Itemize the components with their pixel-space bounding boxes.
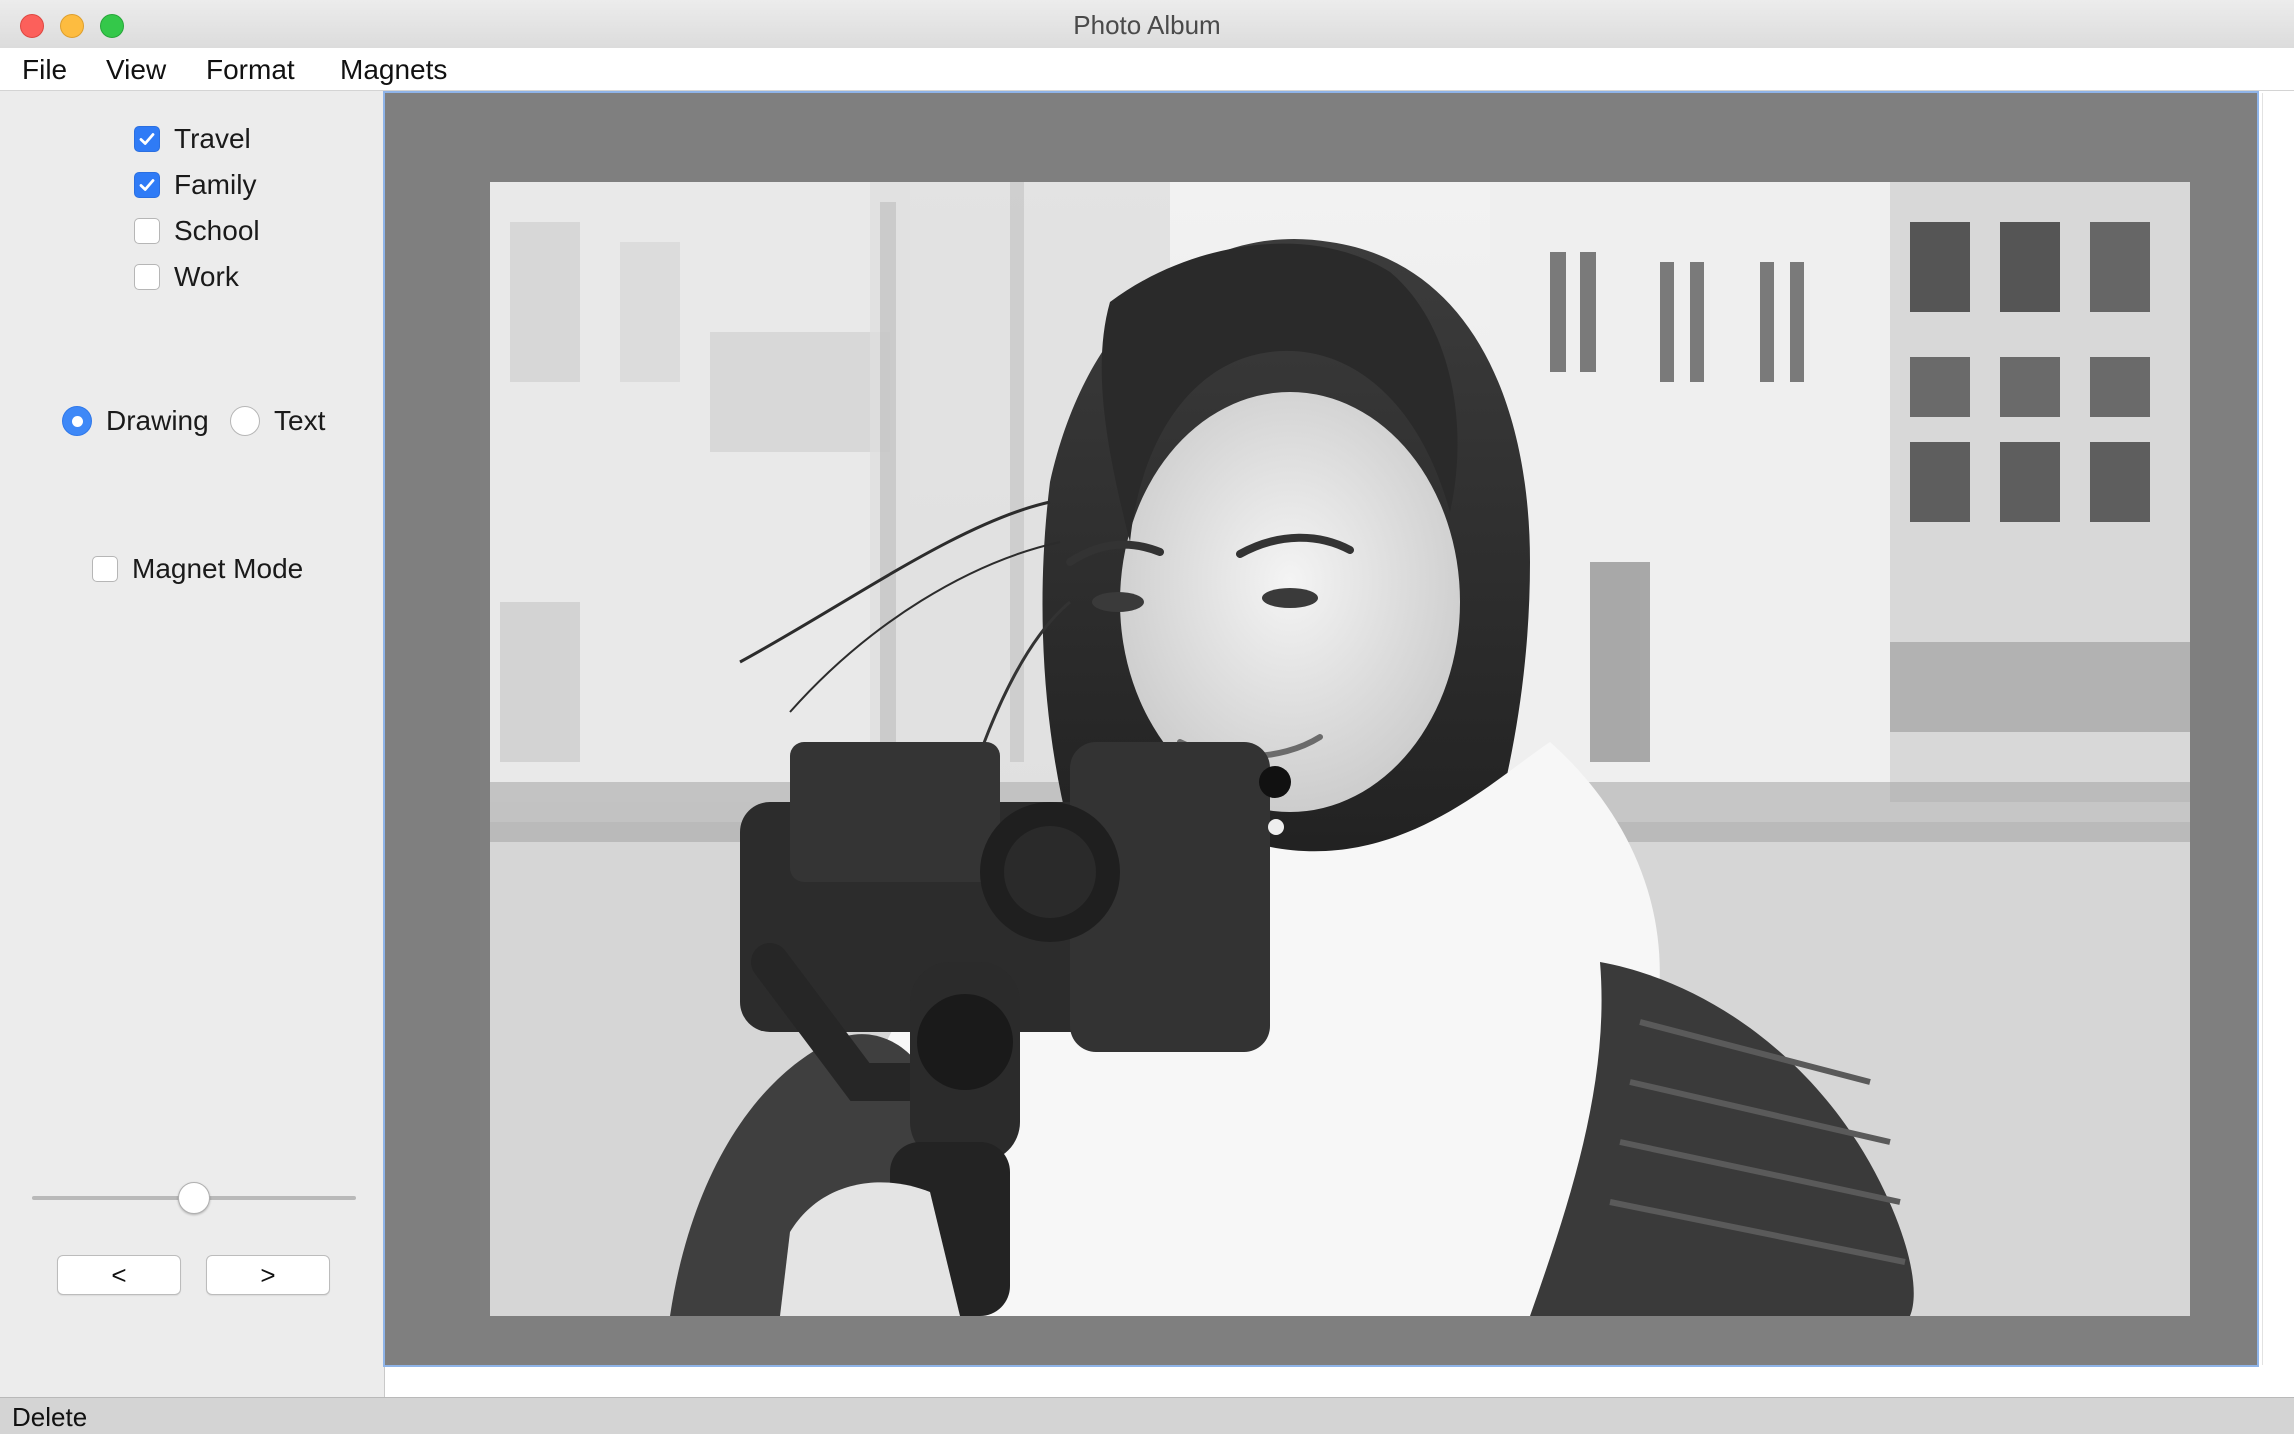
menu-format[interactable]: Format: [206, 54, 295, 86]
menu-view[interactable]: View: [106, 54, 166, 86]
next-photo-button[interactable]: >: [206, 1255, 330, 1295]
magnet-mode-label: Magnet Mode: [132, 553, 304, 584]
radio-button[interactable]: [62, 406, 92, 436]
vertical-scrollbar[interactable]: [2262, 93, 2291, 1365]
menu-file[interactable]: File: [22, 54, 67, 86]
checkbox-box[interactable]: [134, 172, 160, 198]
mode-label: Drawing: [106, 405, 209, 436]
radio-dot: [71, 415, 83, 427]
menu-bar: File View Format Magnets: [0, 48, 2294, 91]
menu-magnets[interactable]: Magnets: [340, 54, 447, 86]
tag-checkbox-travel[interactable]: Travel: [134, 123, 251, 155]
checkbox-box[interactable]: [134, 264, 160, 290]
checkbox-box[interactable]: [92, 556, 118, 582]
checkbox-box[interactable]: [134, 218, 160, 244]
tag-checkbox-school[interactable]: School: [134, 215, 260, 247]
mode-label: Text: [274, 405, 326, 436]
tag-label: Travel: [174, 123, 251, 154]
checkbox-box[interactable]: [134, 126, 160, 152]
tag-label: Work: [174, 261, 239, 292]
checkmark-icon: [139, 179, 155, 191]
mode-radio-text[interactable]: Text: [230, 405, 325, 437]
window-title: Photo Album: [1073, 10, 1221, 40]
size-slider-thumb[interactable]: [178, 1182, 210, 1214]
app-window: Photo Album File View Format Magnets Tra…: [0, 0, 2294, 1434]
photo-image[interactable]: [490, 182, 2190, 1316]
previous-photo-button[interactable]: <: [57, 1255, 181, 1295]
checkmark-icon: [139, 133, 155, 145]
mode-radio-drawing[interactable]: Drawing: [62, 405, 209, 437]
status-bar: Delete: [0, 1397, 2294, 1434]
status-text-delete[interactable]: Delete: [12, 1402, 87, 1433]
tag-checkbox-work[interactable]: Work: [134, 261, 239, 293]
tag-label: Family: [174, 169, 257, 200]
tag-label: School: [174, 215, 260, 246]
magnet-mode-checkbox[interactable]: Magnet Mode: [92, 553, 303, 585]
woman-with-camera-gimbal-photo: [490, 182, 2190, 1316]
radio-button[interactable]: [230, 406, 260, 436]
title-bar: Photo Album: [0, 0, 2294, 49]
tag-checkbox-family[interactable]: Family: [134, 169, 256, 201]
